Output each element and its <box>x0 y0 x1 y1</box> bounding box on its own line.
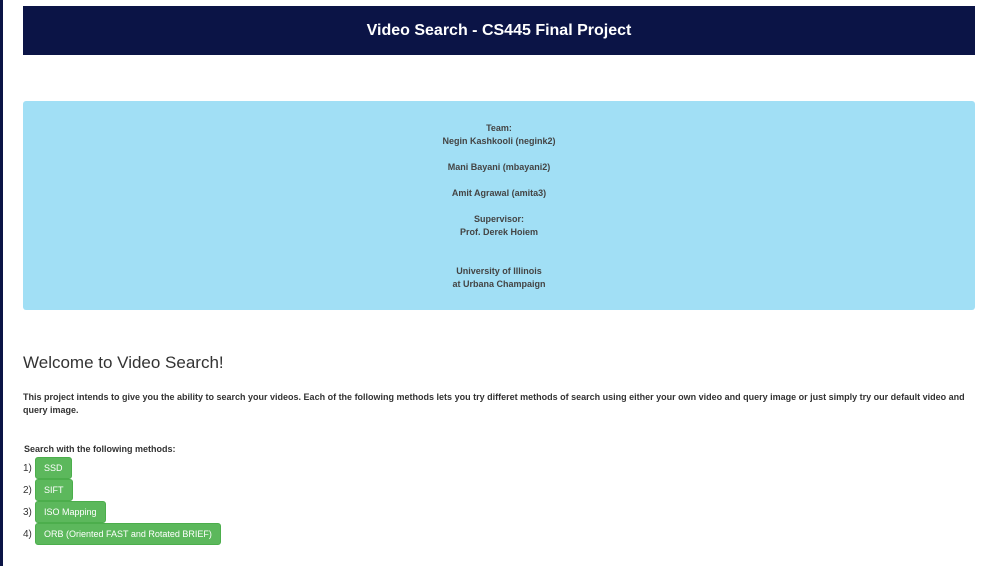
header-banner: Video Search - CS445 Final Project <box>23 6 975 55</box>
page-left-border <box>0 0 3 566</box>
university-line-2: at Urbana Champaign <box>452 279 546 289</box>
supervisor-name: Prof. Derek Hoiem <box>459 227 539 237</box>
intro-paragraph: This project intends to give you the abi… <box>23 392 965 415</box>
method-list: 1) SSD 2) SIFT 3) ISO Mapping 4) ORB (Or… <box>23 457 221 545</box>
team-info-box: Team: Negin Kashkooli (negink2) Mani Bay… <box>23 101 975 310</box>
university-line-1: University of Illinois <box>456 266 542 276</box>
method-number: 3) <box>23 506 32 518</box>
method-number: 4) <box>23 528 32 540</box>
method-item: 2) SIFT <box>23 479 221 501</box>
method-item: 1) SSD <box>23 457 221 479</box>
team-member: Mani Bayani (mbayani2) <box>447 162 551 172</box>
team-label: Team: <box>486 123 512 133</box>
page-title: Video Search - CS445 Final Project <box>366 21 632 39</box>
methods-label: Search with the following methods: <box>24 444 176 454</box>
welcome-heading: Welcome to Video Search! <box>23 353 224 372</box>
method-item: 3) ISO Mapping <box>23 501 221 523</box>
sift-button[interactable]: SIFT <box>35 479 73 501</box>
ssd-button[interactable]: SSD <box>35 457 72 479</box>
team-member: Amit Agrawal (amita3) <box>451 188 547 198</box>
team-member: Negin Kashkooli (negink2) <box>442 136 556 146</box>
iso-mapping-button[interactable]: ISO Mapping <box>35 501 106 523</box>
supervisor-label: Supervisor: <box>473 214 524 224</box>
orb-button[interactable]: ORB (Oriented FAST and Rotated BRIEF) <box>35 523 221 545</box>
method-number: 1) <box>23 462 32 474</box>
method-number: 2) <box>23 484 32 496</box>
method-item: 4) ORB (Oriented FAST and Rotated BRIEF) <box>23 523 221 545</box>
